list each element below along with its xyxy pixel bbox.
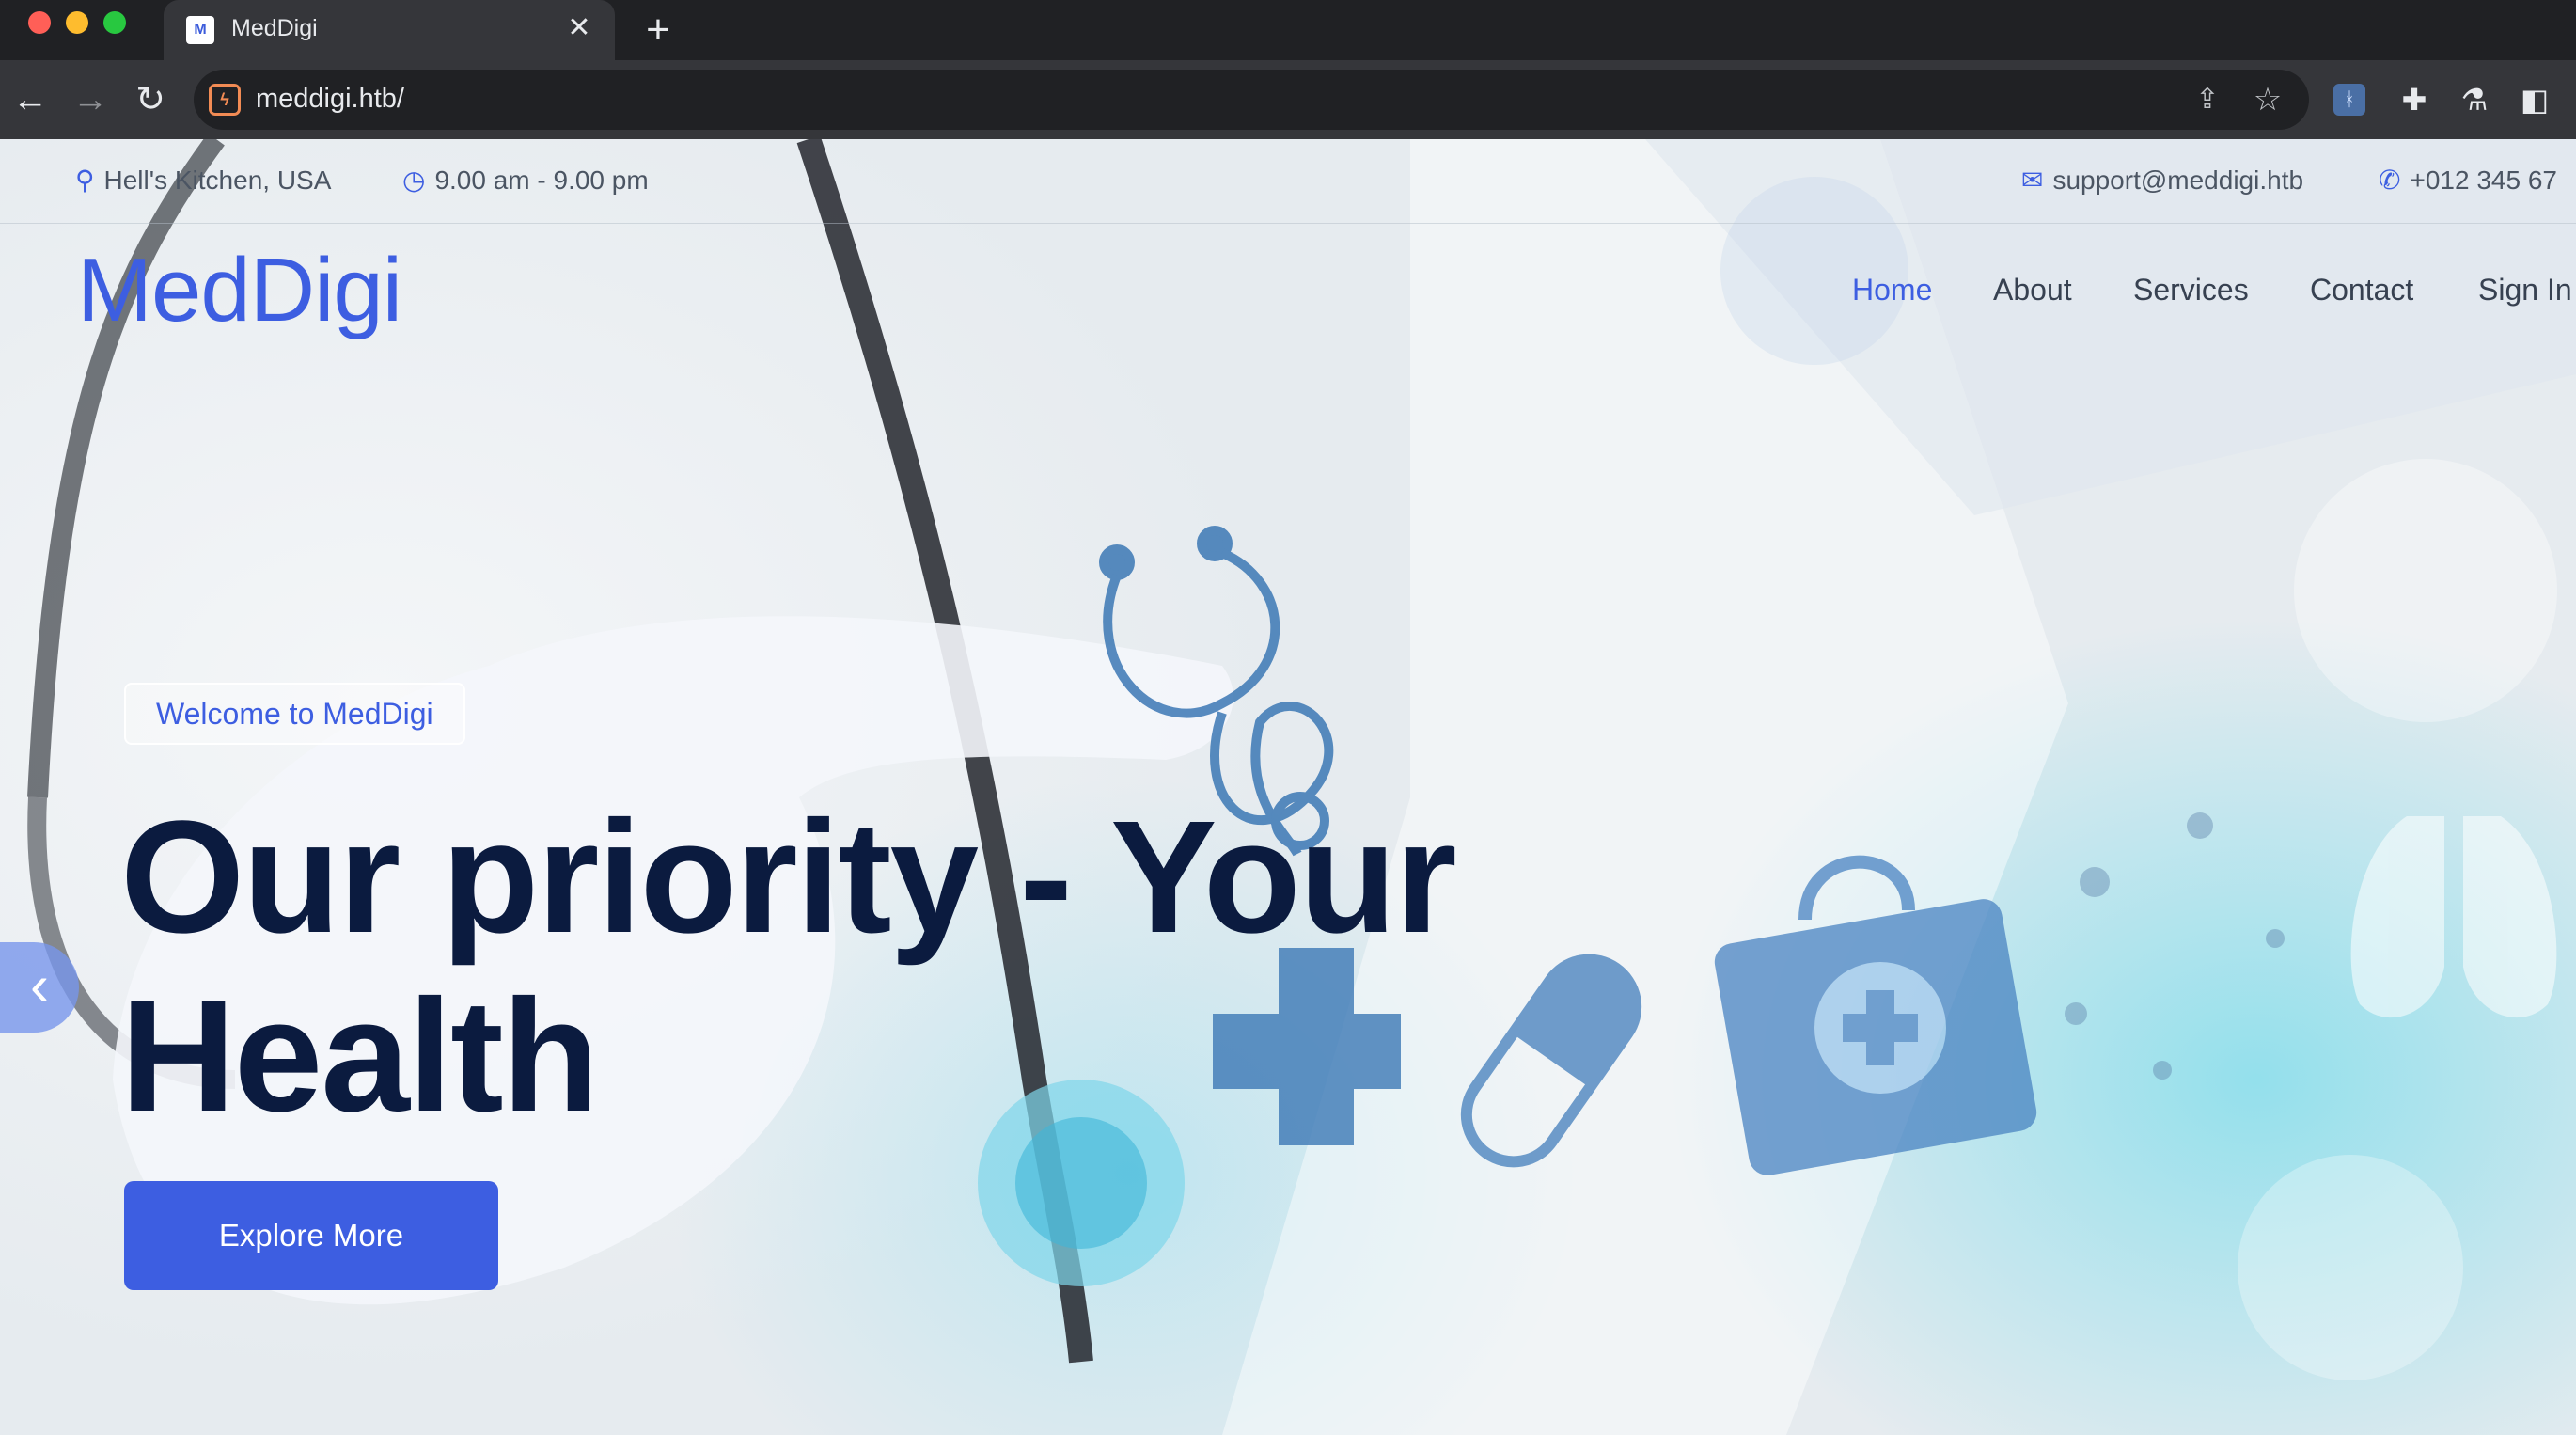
site-favicon-icon: M	[186, 16, 214, 44]
email-info[interactable]: ✉ support@meddigi.htb	[2021, 162, 2303, 199]
labs-flask-icon[interactable]: ⚗	[2456, 81, 2493, 118]
nav-services[interactable]: Services	[2133, 273, 2249, 320]
nav-sign-in[interactable]: Sign In	[2478, 273, 2572, 320]
back-arrow-icon[interactable]: ←	[8, 77, 53, 122]
share-icon[interactable]: ⇪	[2189, 81, 2226, 118]
browser-tab-strip: M MedDigi ✕ +	[0, 0, 2576, 60]
browser-toolbar: ← → ↻ ϟ meddigi.htb/ ⇪ ☆ ᚼ ✚ ⚗ ◧	[0, 60, 2576, 139]
phone-icon: ✆	[2379, 166, 2401, 195]
email-text[interactable]: support@meddigi.htb	[2052, 166, 2303, 195]
chevron-left-icon: ‹	[30, 954, 49, 1017]
extension-icon[interactable]: ᚼ	[2333, 84, 2365, 116]
new-tab-button[interactable]: +	[636, 8, 681, 53]
location-pin-icon: ⚲	[75, 166, 95, 195]
explore-more-button[interactable]: Explore More	[124, 1181, 498, 1290]
hero-headline: Our priority - Your Health	[120, 788, 1531, 1145]
hero-headline-line-1: Our priority - Your	[120, 788, 1457, 967]
tab-title: MedDigi	[231, 15, 318, 41]
envelope-icon: ✉	[2021, 166, 2044, 195]
address-url[interactable]: meddigi.htb/	[256, 84, 404, 115]
reload-icon[interactable]: ↻	[128, 77, 173, 122]
address-bar[interactable]: ϟ meddigi.htb/ ⇪ ☆	[194, 70, 2309, 130]
brand-logo[interactable]: MedDigi	[77, 239, 402, 342]
hero-headline-line-2: Health	[120, 967, 600, 1145]
bookmark-star-icon[interactable]: ☆	[2249, 81, 2286, 118]
phone-text[interactable]: +012 345 67	[2410, 166, 2557, 195]
site-info-icon[interactable]: ϟ	[209, 84, 241, 116]
window-close-button[interactable]	[28, 11, 51, 34]
browser-tab-active[interactable]: M MedDigi ✕	[164, 0, 615, 60]
nav-about[interactable]: About	[1993, 273, 2072, 320]
clock-icon: ◷	[402, 166, 426, 195]
nav-home[interactable]: Home	[1852, 273, 1932, 320]
phone-info[interactable]: ✆ +012 345 67	[2379, 162, 2557, 199]
welcome-badge: Welcome to MedDigi	[124, 683, 465, 745]
hours-text: 9.00 am - 9.00 pm	[434, 166, 649, 195]
tab-close-icon[interactable]: ✕	[560, 9, 598, 47]
extensions-puzzle-icon[interactable]: ✚	[2395, 81, 2433, 118]
location-info: ⚲ Hell's Kitchen, USA	[75, 162, 331, 199]
hours-info: ◷ 9.00 am - 9.00 pm	[402, 162, 649, 199]
location-text: Hell's Kitchen, USA	[103, 166, 332, 195]
top-info-bar: ⚲ Hell's Kitchen, USA ◷ 9.00 am - 9.00 pm …	[0, 139, 2576, 224]
side-panel-icon[interactable]: ◧	[2516, 81, 2553, 118]
nav-contact[interactable]: Contact	[2310, 273, 2413, 320]
page-viewport: ⚲ Hell's Kitchen, USA ◷ 9.00 am - 9.00 pm …	[0, 139, 2576, 1435]
window-minimize-button[interactable]	[66, 11, 88, 34]
forward-arrow-icon[interactable]: →	[68, 77, 113, 122]
window-zoom-button[interactable]	[103, 11, 126, 34]
